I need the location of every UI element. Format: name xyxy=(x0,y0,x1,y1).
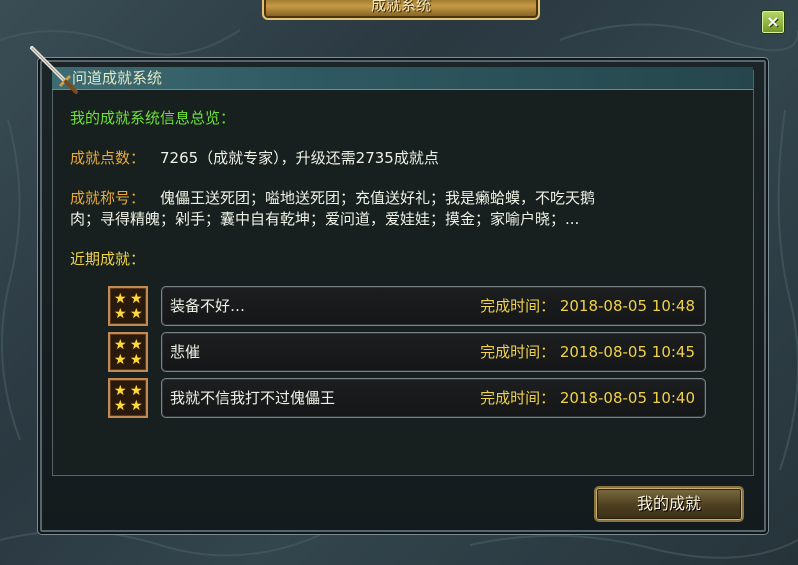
recent-label: 近期成就： xyxy=(70,250,146,268)
achievement-entry[interactable]: 悲催 完成时间： 2018-08-05 10:45 xyxy=(161,332,706,372)
three-star-icon: ★ ★ ★ ★ xyxy=(108,286,148,326)
achievement-name: 装备不好… xyxy=(170,297,246,315)
sword-icon xyxy=(30,46,78,94)
close-icon: × xyxy=(766,12,780,31)
titles-list-line-2: 肉；寻得精魄；剁手；囊中自有乾坤；爱问道，爱娃娃；摸金；家喻户晓；... xyxy=(70,210,580,228)
overview-heading: 我的成就系统信息总览： xyxy=(70,109,236,127)
my-achievements-button[interactable]: 我的成就 xyxy=(596,488,742,520)
points-value: 7265（成就专家），升级还需2735成就点 xyxy=(160,149,439,167)
achievement-name: 悲催 xyxy=(170,343,201,361)
achievement-name: 我就不信我打不过傀儡王 xyxy=(170,389,336,407)
achievement-entry[interactable]: 我就不信我打不过傀儡王 完成时间： 2018-08-05 10:40 xyxy=(161,378,706,418)
window-title-plate: 成就系统 xyxy=(262,0,540,20)
my-achievements-button-label: 我的成就 xyxy=(636,494,701,513)
three-star-icon: ★ ★ ★ ★ xyxy=(108,332,148,372)
achievement-row[interactable]: ★ ★ ★ ★ 悲催 完成时间： 2018-08-05 10:45 xyxy=(108,332,708,372)
window-title: 成就系统 xyxy=(370,0,431,14)
titles-list-line-1: 傀儡王送死团；嗌地送死团；充值送好礼；我是癞蛤蟆，不吃天鹅 xyxy=(160,189,596,207)
achievement-completion-time: 完成时间： 2018-08-05 10:48 xyxy=(480,297,695,315)
close-button[interactable]: × xyxy=(761,10,785,34)
achievement-row[interactable]: ★ ★ ★ ★ 我就不信我打不过傀儡王 完成时间： 2018-08-05 10:40 xyxy=(108,378,708,418)
achievement-entry[interactable]: 装备不好… 完成时间： 2018-08-05 10:48 xyxy=(161,286,706,326)
achievement-row[interactable]: ★ ★ ★ ★ 装备不好… 完成时间： 2018-08-05 10:48 xyxy=(108,286,708,326)
three-star-icon: ★ ★ ★ ★ xyxy=(108,378,148,418)
achievement-completion-time: 完成时间： 2018-08-05 10:45 xyxy=(480,343,695,361)
titles-label: 成就称号： xyxy=(70,189,146,207)
achievement-completion-time: 完成时间： 2018-08-05 10:40 xyxy=(480,389,695,407)
points-label: 成就点数： xyxy=(70,149,146,167)
